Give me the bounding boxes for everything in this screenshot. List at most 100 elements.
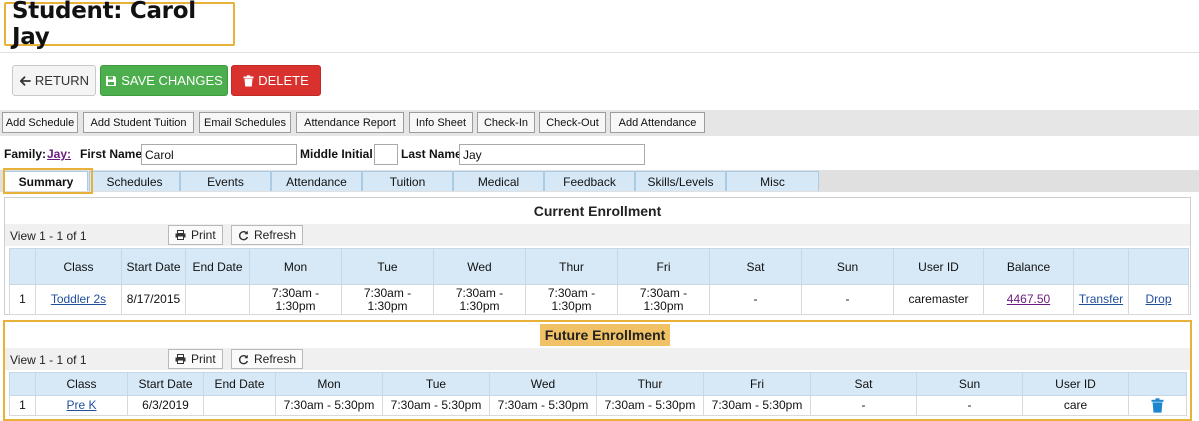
check-in-button[interactable]: Check-In (477, 112, 535, 133)
column-header-user-id[interactable]: User ID (1022, 372, 1129, 396)
family-label: Family: (4, 147, 47, 161)
current-enrollment-panel: Current Enrollment View 1 - 1 of 1 Print… (4, 197, 1191, 315)
table-header-row: Class Start Date End Date Mon Tue Wed Th… (9, 248, 1189, 285)
printer-icon (175, 354, 186, 364)
column-header-sat[interactable]: Sat (709, 248, 802, 285)
column-header-user-id[interactable]: User ID (893, 248, 984, 285)
trash-icon[interactable] (1151, 398, 1164, 413)
tab-tuition[interactable]: Tuition (362, 171, 453, 191)
column-header-end-date[interactable]: End Date (203, 372, 276, 396)
column-header-wed[interactable]: Wed (489, 372, 597, 396)
sun-cell: - (801, 284, 894, 315)
current-refresh-button[interactable]: Refresh (231, 225, 304, 245)
table-header-row: Class Start Date End Date Mon Tue Wed Th… (9, 372, 1187, 396)
end-date-cell (185, 284, 250, 315)
balance-link[interactable]: 4467.50 (1007, 292, 1050, 306)
column-header-mon[interactable]: Mon (275, 372, 383, 396)
column-header-start-date[interactable]: Start Date (121, 248, 186, 285)
current-enrollment-title: Current Enrollment (533, 203, 662, 219)
column-header-tue[interactable]: Tue (382, 372, 490, 396)
column-header (1128, 372, 1187, 396)
check-out-button[interactable]: Check-Out (539, 112, 606, 133)
column-header-balance[interactable]: Balance (983, 248, 1074, 285)
return-label: RETURN (34, 73, 90, 88)
future-print-label: Print (191, 352, 216, 366)
column-header-class[interactable]: Class (35, 372, 128, 396)
info-sheet-button[interactable]: Info Sheet (409, 112, 473, 133)
column-header-sun[interactable]: Sun (916, 372, 1023, 396)
add-attendance-button[interactable]: Add Attendance (610, 112, 705, 133)
transfer-link[interactable]: Transfer (1079, 292, 1123, 306)
refresh-icon (238, 354, 249, 364)
column-header (9, 372, 36, 396)
floppy-disk-icon (106, 75, 117, 86)
future-refresh-label: Refresh (254, 352, 297, 366)
column-header-thur[interactable]: Thur (525, 248, 618, 285)
future-view-count: View 1 - 1 of 1 (10, 353, 87, 367)
thur-cell: 7:30am - 1:30pm (525, 284, 618, 315)
tab-medical[interactable]: Medical (453, 171, 544, 191)
page-title-box: Student: Carol Jay (4, 0, 235, 50)
current-print-label: Print (191, 228, 216, 242)
attendance-report-button[interactable]: Attendance Report (296, 112, 404, 133)
column-header-fri[interactable]: Fri (617, 248, 710, 285)
future-refresh-button[interactable]: Refresh (231, 349, 304, 369)
future-enrollment-table: Class Start Date End Date Mon Tue Wed Th… (9, 372, 1187, 416)
column-header-end-date[interactable]: End Date (185, 248, 250, 285)
add-student-tuition-button[interactable]: Add Student Tuition (83, 112, 194, 133)
current-enrollment-table: Class Start Date End Date Mon Tue Wed Th… (9, 248, 1189, 315)
return-button[interactable]: RETURN (12, 65, 96, 96)
tab-skills-levels[interactable]: Skills/Levels (635, 171, 726, 191)
fri-cell: 7:30am - 1:30pm (617, 284, 710, 315)
drop-cell: Drop (1128, 284, 1189, 315)
tab-schedules[interactable]: Schedules (89, 171, 180, 191)
wed-cell: 7:30am - 5:30pm (489, 395, 597, 416)
sat-cell: - (810, 395, 917, 416)
tab-misc[interactable]: Misc (726, 171, 819, 191)
delete-button[interactable]: DELETE (231, 65, 321, 96)
save-changes-label: SAVE CHANGES (121, 73, 223, 88)
row-number: 1 (9, 284, 36, 315)
fri-cell: 7:30am - 5:30pm (703, 395, 811, 416)
class-cell: Toddler 2s (35, 284, 122, 315)
table-row: 1 Toddler 2s 8/17/2015 7:30am - 1:30pm 7… (9, 284, 1189, 315)
future-enrollment-title: Future Enrollment (540, 324, 670, 346)
class-link[interactable]: Pre K (66, 398, 96, 412)
column-header-wed[interactable]: Wed (433, 248, 526, 285)
trash-icon (243, 74, 254, 86)
column-header-fri[interactable]: Fri (703, 372, 811, 396)
email-schedules-button[interactable]: Email Schedules (199, 112, 291, 133)
first-name-field[interactable] (141, 144, 297, 165)
middle-initial-field[interactable] (374, 144, 398, 165)
column-header-class[interactable]: Class (35, 248, 122, 285)
column-header-thur[interactable]: Thur (596, 372, 704, 396)
delete-label: DELETE (258, 73, 309, 88)
save-changes-button[interactable]: SAVE CHANGES (100, 65, 228, 96)
family-link[interactable]: Jay: (47, 147, 71, 161)
wed-cell: 7:30am - 1:30pm (433, 284, 526, 315)
current-print-button[interactable]: Print (168, 225, 223, 245)
column-header-tue[interactable]: Tue (341, 248, 434, 285)
add-schedule-button[interactable]: Add Schedule (2, 112, 78, 133)
last-name-field[interactable] (459, 144, 645, 165)
last-name-label: Last Name (401, 147, 462, 161)
arrow-left-icon (19, 75, 31, 86)
printer-icon (175, 230, 186, 240)
column-header-sat[interactable]: Sat (810, 372, 917, 396)
refresh-icon (238, 230, 249, 240)
future-print-button[interactable]: Print (168, 349, 223, 369)
column-header-mon[interactable]: Mon (249, 248, 342, 285)
first-name-label: First Name (80, 147, 143, 161)
tab-events[interactable]: Events (180, 171, 271, 191)
action-cell (1128, 395, 1187, 416)
tab-feedback[interactable]: Feedback (544, 171, 635, 191)
tab-summary[interactable]: Summary (4, 171, 88, 191)
drop-link[interactable]: Drop (1145, 292, 1171, 306)
class-link[interactable]: Toddler 2s (51, 292, 106, 306)
column-header-sun[interactable]: Sun (801, 248, 894, 285)
column-header (1073, 248, 1129, 285)
sat-cell: - (709, 284, 802, 315)
tab-attendance[interactable]: Attendance (271, 171, 362, 191)
column-header-start-date[interactable]: Start Date (127, 372, 204, 396)
thur-cell: 7:30am - 5:30pm (596, 395, 704, 416)
